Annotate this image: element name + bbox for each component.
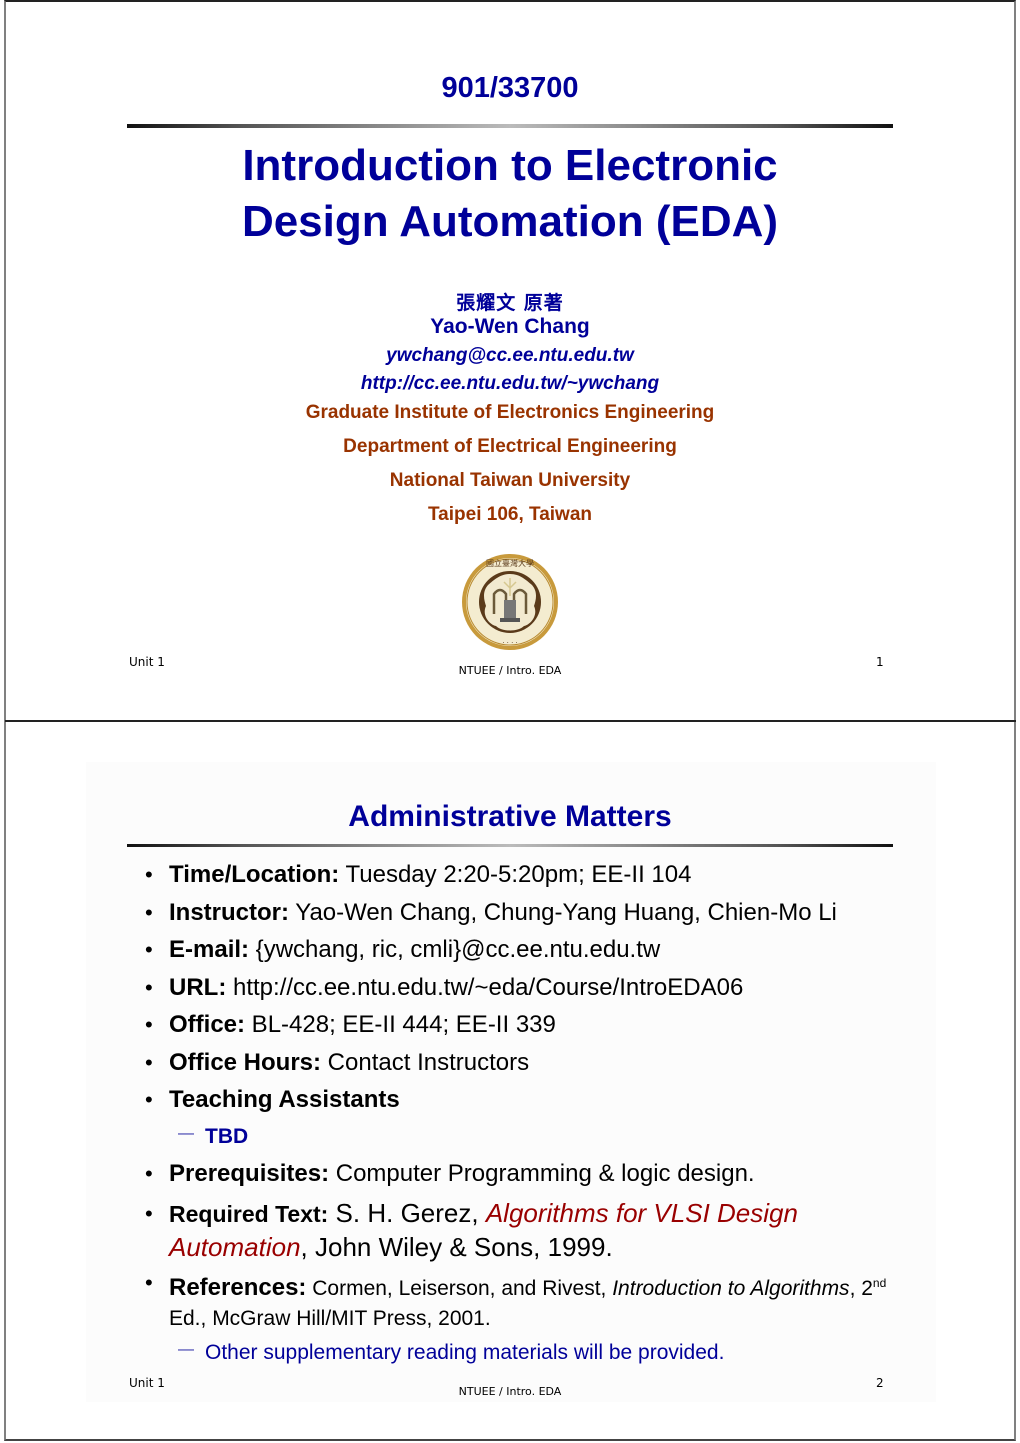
bullet-label: E-mail: bbox=[169, 936, 250, 963]
sub-bullet-text: TBD bbox=[205, 1124, 249, 1148]
sub-bullet-text: Other supplementary reading materials wi… bbox=[205, 1341, 725, 1364]
title-rule bbox=[127, 844, 893, 847]
bullet-label: Prerequisites: bbox=[169, 1159, 330, 1187]
footer-page-number: 1 bbox=[876, 655, 884, 669]
author-chinese-name: 張耀文 原著 bbox=[456, 292, 564, 314]
bullet-text: {ywchang, ric, cmli}@cc.ee.ntu.edu.tw bbox=[249, 936, 661, 963]
bullet-instructor: • Instructor: Yao-Wen Chang, Chung-Yang H… bbox=[145, 896, 915, 930]
bullet-text: Computer Programming & logic design. bbox=[329, 1159, 755, 1187]
bullet-label: Required Text: bbox=[169, 1200, 329, 1227]
bullet-teaching-assistants: • Teaching Assistants bbox=[145, 1083, 915, 1117]
affiliation-university: National Taiwan University bbox=[389, 470, 631, 491]
affiliation-department: Department of Electrical Engineering bbox=[343, 436, 677, 457]
title-line-1: Introduction to Electronic bbox=[242, 141, 778, 190]
bullet-icon: • bbox=[145, 1160, 153, 1186]
bullet-icon: • bbox=[145, 862, 153, 887]
bullet-icon: • bbox=[145, 937, 153, 962]
dash-icon: — bbox=[178, 1124, 194, 1142]
bullet-office-hours: • Office Hours: Contact Instructors bbox=[145, 1046, 915, 1080]
bullet-list: • Time/Location: Tuesday 2:20-5:20pm; EE-… bbox=[145, 858, 915, 1373]
affiliation-address: Taipei 106, Taiwan bbox=[427, 504, 593, 525]
bullet-label: Time/Location: bbox=[169, 861, 340, 888]
bullet-label: URL: bbox=[169, 973, 227, 1001]
ntu-seal-icon: 國立臺灣大學 · · · · bbox=[460, 552, 560, 652]
dash-icon: — bbox=[178, 1341, 194, 1358]
footer-course: NTUEE / Intro. EDA bbox=[458, 1385, 562, 1398]
reference-authors: Cormen, Leiserson, and Rivest, bbox=[306, 1276, 613, 1300]
title-line-2: Design Automation (EDA) bbox=[241, 197, 779, 246]
reference-edition: , 2 bbox=[849, 1276, 873, 1300]
bullet-label: Instructor: bbox=[169, 898, 289, 926]
bullet-prerequisites: • Prerequisites: Computer Programming & l… bbox=[145, 1157, 915, 1191]
book-author: S. H. Gerez, bbox=[328, 1197, 486, 1228]
author-homepage-link[interactable]: http://cc.ee.ntu.edu.tw/~ywchang bbox=[0, 373, 1020, 395]
bullet-email: • E-mail: {ywchang, ric, cmli}@cc.ee.ntu.… bbox=[145, 933, 915, 967]
bullet-required-text: • Required Text: S. H. Gerez, Algorithms … bbox=[145, 1197, 915, 1264]
bullet-icon: • bbox=[145, 974, 153, 1000]
bullet-text: Yao-Wen Chang, Chung-Yang Huang, Chien-M… bbox=[289, 898, 837, 926]
bullet-label: Teaching Assistants bbox=[169, 1086, 400, 1113]
bullet-references: • References: Cormen, Leiserson, and Rive… bbox=[145, 1268, 915, 1334]
bullet-icon: • bbox=[145, 899, 153, 925]
bullet-text: BL-428; EE-II 444; EE-II 339 bbox=[245, 1011, 556, 1038]
bullet-url: • URL: http://cc.ee.ntu.edu.tw/~eda/Cours… bbox=[145, 971, 915, 1005]
seal-text: 國立臺灣大學 bbox=[486, 558, 534, 568]
title-rule bbox=[127, 124, 893, 128]
bullet-icon: • bbox=[145, 1269, 153, 1295]
reference-publisher: Ed., McGraw Hill/MIT Press, 2001. bbox=[169, 1306, 491, 1330]
book-publisher: , John Wiley & Sons, 1999. bbox=[300, 1231, 613, 1262]
sub-bullet-ta: — TBD bbox=[145, 1121, 915, 1152]
bullet-label: References: bbox=[169, 1273, 307, 1301]
sub-bullet-references: — Other supplementary reading materials w… bbox=[145, 1337, 915, 1368]
svg-text:· · · ·: · · · · bbox=[502, 639, 518, 647]
reference-edition-suffix: nd bbox=[872, 1275, 887, 1290]
bullet-icon: • bbox=[145, 1087, 153, 1112]
bullet-icon: • bbox=[145, 1200, 153, 1226]
slide-divider bbox=[5, 720, 1016, 722]
bullet-icon: • bbox=[145, 1049, 153, 1075]
bullet-office: • Office: BL-428; EE-II 444; EE-II 339 bbox=[145, 1008, 915, 1042]
author-name: Yao-Wen Chang bbox=[430, 315, 590, 338]
course-url-link[interactable]: http://cc.ee.ntu.edu.tw/~eda/Course/Intr… bbox=[226, 974, 743, 1001]
author-email[interactable]: ywchang@cc.ee.ntu.edu.tw bbox=[0, 345, 1020, 367]
bullet-label: Office Hours: bbox=[169, 1048, 322, 1076]
bullet-icon: • bbox=[145, 1012, 153, 1037]
reference-title: Introduction to Algorithms bbox=[612, 1276, 850, 1300]
footer-course: NTUEE / Intro. EDA bbox=[458, 664, 562, 677]
slide-title: Administrative Matters bbox=[348, 800, 672, 833]
bullet-text: Tuesday 2:20-5:20pm; EE-II 104 bbox=[339, 861, 692, 888]
bullet-text: Contact Instructors bbox=[321, 1048, 530, 1076]
bullet-time-location: • Time/Location: Tuesday 2:20-5:20pm; EE-… bbox=[145, 858, 915, 892]
affiliation-institute: Graduate Institute of Electronics Engine… bbox=[305, 402, 715, 423]
slide-title: Introduction to Electronic Design Automa… bbox=[0, 138, 1020, 250]
bullet-label: Office: bbox=[169, 1011, 246, 1038]
footer-page-number: 2 bbox=[876, 1376, 884, 1390]
course-code: 901/33700 bbox=[441, 72, 579, 104]
